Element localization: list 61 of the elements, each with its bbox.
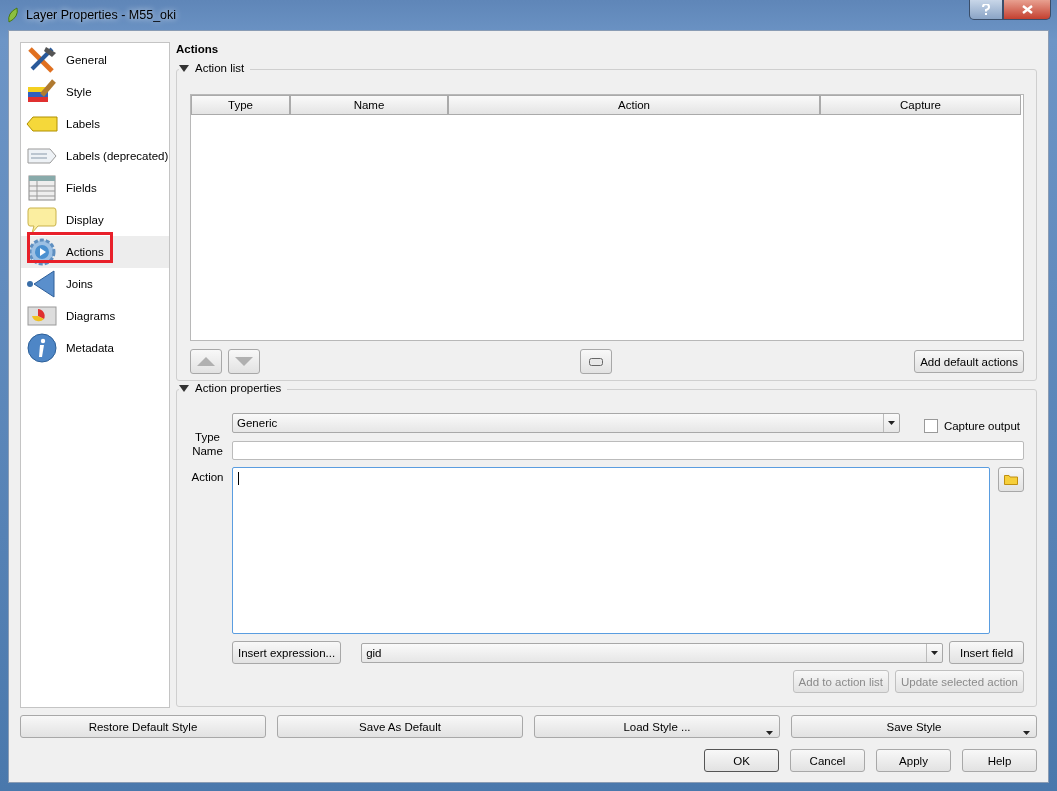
close-button[interactable] <box>1003 0 1051 20</box>
field-label: Type <box>194 431 221 443</box>
sidebar-item[interactable]: Labels (deprecated) <box>21 140 169 172</box>
column-header[interactable]: Capture <box>820 95 1021 115</box>
speech-bubble-icon <box>26 205 58 235</box>
window-title: Layer Properties - M55_oki <box>26 8 177 22</box>
dropdown-arrow-icon <box>887 421 895 425</box>
collapse-arrow-icon[interactable] <box>179 384 189 392</box>
remove-button[interactable] <box>580 349 613 374</box>
sidebar-item[interactable]: Display <box>21 204 169 236</box>
style-button[interactable]: Load Style ... <box>534 715 780 738</box>
section-heading: Actions <box>176 42 220 57</box>
triangle-up-icon <box>197 357 215 366</box>
column-header[interactable]: Name <box>290 95 448 115</box>
leaf-icon <box>6 7 20 23</box>
style-button[interactable]: Restore Default Style <box>20 715 266 738</box>
capture-output-checkbox[interactable] <box>923 419 938 433</box>
column-header[interactable]: Action <box>448 95 820 115</box>
group-title: Action list <box>195 62 245 74</box>
field-dropdown[interactable]: gid <box>361 642 943 663</box>
help-icon <box>982 4 990 15</box>
dialog-button[interactable]: Apply <box>876 749 951 772</box>
minus-icon <box>589 357 604 366</box>
sidebar-item[interactable]: Fields <box>21 172 169 204</box>
browse-button[interactable] <box>998 467 1024 492</box>
style-button[interactable]: Save Style <box>791 715 1037 738</box>
type-dropdown[interactable]: Generic <box>232 413 900 433</box>
sidebar-item[interactable]: Labels <box>21 108 169 140</box>
sidebar-item[interactable]: Style <box>21 76 169 108</box>
dialog-button[interactable]: Help <box>962 749 1037 772</box>
sidebar-item[interactable]: Joins <box>21 268 169 300</box>
arrow-icon <box>26 269 58 299</box>
sidebar-item[interactable]: Diagrams <box>21 300 169 332</box>
style-button[interactable]: Save As Default <box>277 715 523 738</box>
checkbox-label: Capture output <box>943 420 1020 432</box>
collapse-arrow-icon[interactable] <box>179 64 189 72</box>
folder-icon <box>1004 474 1018 485</box>
group-title: Action properties <box>195 382 282 394</box>
text-cursor <box>238 472 239 485</box>
sidebar-item[interactable]: General <box>21 44 169 76</box>
dropdown-arrow-icon <box>931 650 938 655</box>
dropdown-arrow-icon <box>1023 731 1030 735</box>
help-button[interactable] <box>969 0 1003 20</box>
insert-field-button[interactable]: Insert field <box>949 641 1024 664</box>
move-down-button[interactable] <box>228 349 260 374</box>
table-icon <box>26 173 58 203</box>
dialog-button[interactable]: Cancel <box>790 749 865 772</box>
field-label: Action <box>190 471 225 483</box>
sidebar-item[interactable]: Metadata <box>21 332 169 364</box>
column-header[interactable]: Type <box>191 95 290 115</box>
add-default-actions-button[interactable]: Add default actions <box>914 350 1024 373</box>
move-up-button[interactable] <box>190 349 222 374</box>
close-icon <box>1021 5 1033 14</box>
dropdown-arrow-icon <box>766 731 773 735</box>
dialog-button[interactable]: OK <box>704 749 779 772</box>
tools-icon <box>26 45 58 75</box>
insert-expression-button[interactable]: Insert expression... <box>232 641 342 664</box>
triangle-down-icon <box>235 357 253 366</box>
info-icon <box>26 333 58 363</box>
field-label: Name <box>191 444 224 457</box>
name-input[interactable] <box>232 441 1024 460</box>
